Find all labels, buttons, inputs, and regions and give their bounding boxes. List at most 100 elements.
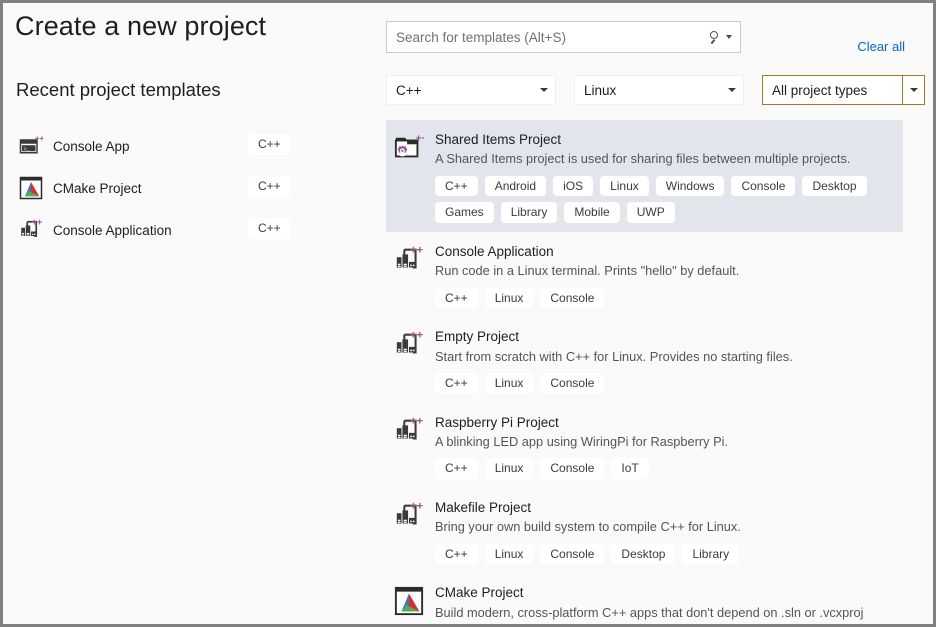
template-body: Empty ProjectStart from scratch with C++… (435, 328, 903, 393)
template-item[interactable]: ++ Shared Items ProjectA Shared Items pro… (386, 120, 903, 232)
template-name: Raspberry Pi Project (435, 414, 893, 432)
tag-pill: Windows (656, 176, 725, 197)
linux-console-icon: ++ (19, 218, 43, 242)
template-body: CMake Project Build modern, cross-platfor… (435, 584, 903, 624)
clear-all-link[interactable]: Clear all (857, 39, 905, 54)
cmake-icon (394, 586, 424, 616)
template-item[interactable]: ++ Console ApplicationRun code in a Linux… (386, 232, 903, 317)
template-tag-group: C++ Linux Console IoT (435, 458, 880, 479)
recent-template-item[interactable]: CMake Project C++ (3, 167, 373, 209)
template-body: Console ApplicationRun code in a Linux t… (435, 243, 903, 308)
tag-pill: Console (540, 458, 604, 479)
svg-text:++: ++ (35, 134, 43, 143)
chevron-down-icon[interactable] (726, 35, 732, 39)
template-name: CMake Project (435, 584, 893, 602)
recent-template-name: CMake Project (53, 181, 142, 196)
create-project-dialog: Create a new project Clear all C++ Linux… (0, 0, 936, 627)
template-name: Makefile Project (435, 499, 893, 517)
tag-pill: Linux (485, 373, 534, 394)
search-box[interactable] (386, 21, 741, 53)
template-description: A blinking LED app using WiringPi for Ra… (435, 433, 893, 452)
project-type-filter-dropdown[interactable]: All project types (762, 75, 925, 105)
linux-console-icon: ++ (394, 416, 424, 446)
template-tag-group: C++ Linux Console (435, 373, 880, 394)
svg-text:>_: >_ (24, 147, 31, 153)
tag-pill: Console (540, 373, 604, 394)
tag-pill: C++ (435, 458, 478, 479)
template-body: Makefile ProjectBring your own build sys… (435, 499, 903, 564)
search-input[interactable] (387, 22, 710, 52)
chevron-down-icon (533, 88, 555, 92)
chevron-down-icon (721, 88, 743, 92)
chevron-down-icon[interactable] (902, 76, 924, 104)
tag-pill: Android (485, 176, 546, 197)
language-filter-value: C++ (387, 83, 533, 98)
page-title: Create a new project (15, 11, 266, 42)
search-icon[interactable] (710, 31, 723, 44)
template-body: Shared Items ProjectA Shared Items proje… (435, 131, 903, 223)
cmake-icon (19, 176, 43, 200)
template-description: Start from scratch with C++ for Linux. P… (435, 348, 893, 367)
tag-pill: Desktop (802, 176, 866, 197)
tag-pill: C++ (248, 134, 291, 155)
tag-pill: Console (731, 176, 795, 197)
tag-pill: Games (435, 202, 494, 223)
template-description: Build modern, cross-platform C++ apps th… (435, 604, 893, 624)
svg-text:++: ++ (32, 218, 43, 227)
shared-items-icon: ++ (394, 133, 424, 163)
tag-pill: C++ (248, 176, 291, 197)
recent-templates-list: >_ ++ Console App C++ CMake Project C++ ++ Cons… (3, 125, 373, 251)
tag-pill: Console (540, 288, 604, 309)
template-name: Shared Items Project (435, 131, 893, 149)
recent-template-tag-group: C++ (248, 134, 291, 155)
recent-template-name: Console Application (53, 223, 172, 238)
recent-template-item[interactable]: ++ Console Application C++ (3, 209, 373, 251)
dialog-content: Create a new project Clear all C++ Linux… (3, 3, 933, 624)
svg-text:++: ++ (410, 416, 424, 427)
recent-template-tag-group: C++ (248, 218, 291, 239)
tag-pill: C++ (435, 288, 478, 309)
tag-pill: Linux (485, 458, 534, 479)
language-filter-dropdown[interactable]: C++ (386, 75, 556, 105)
svg-text:++: ++ (410, 501, 424, 512)
template-body: Raspberry Pi ProjectA blinking LED app u… (435, 414, 903, 479)
linux-console-icon: ++ (394, 330, 424, 360)
linux-console-icon: ++ (394, 501, 424, 531)
tag-pill: Linux (600, 176, 649, 197)
tag-pill: Library (501, 202, 558, 223)
tag-pill: IoT (611, 458, 648, 479)
template-item[interactable]: ++ Makefile ProjectBring your own build s… (386, 488, 903, 573)
tag-pill: C++ (435, 544, 478, 565)
console-app-icon: >_ ++ (19, 134, 43, 158)
template-item[interactable]: ++ Raspberry Pi ProjectA blinking LED app… (386, 403, 903, 488)
tag-pill: Desktop (611, 544, 675, 565)
template-tag-group: C++ Android iOS Linux Windows Console Desktop G… (435, 176, 880, 223)
tag-pill: C++ (248, 218, 291, 239)
search-adornments (710, 31, 740, 44)
tag-pill: UWP (627, 202, 675, 223)
template-item[interactable]: ++ Empty ProjectStart from scratch with C… (386, 317, 903, 402)
tag-pill: C++ (435, 373, 478, 394)
recent-templates-heading: Recent project templates (16, 79, 221, 101)
tag-pill: iOS (553, 176, 593, 197)
template-description: Bring your own build system to compile C… (435, 518, 893, 537)
template-description: Run code in a Linux terminal. Prints "he… (435, 262, 893, 281)
recent-template-tag-group: C++ (248, 176, 291, 197)
recent-template-item[interactable]: >_ ++ Console App C++ (3, 125, 373, 167)
template-description: A Shared Items project is used for shari… (435, 150, 893, 169)
tag-pill: Mobile (564, 202, 619, 223)
platform-filter-dropdown[interactable]: Linux (574, 75, 744, 105)
linux-console-icon: ++ (394, 245, 424, 275)
recent-template-name: Console App (53, 139, 130, 154)
template-tag-group: C++ Linux Console Desktop Library (435, 544, 880, 565)
tag-pill: Console (540, 544, 604, 565)
tag-pill: Library (682, 544, 739, 565)
template-results-list: ++ Shared Items ProjectA Shared Items pro… (386, 120, 903, 624)
tag-pill: C++ (435, 176, 478, 197)
svg-text:++: ++ (410, 330, 424, 341)
svg-text:++: ++ (416, 133, 424, 144)
tag-pill: Linux (485, 544, 534, 565)
svg-text:++: ++ (410, 245, 424, 256)
template-item[interactable]: CMake Project Build modern, cross-platfor… (386, 573, 903, 624)
tag-pill: Linux (485, 288, 534, 309)
